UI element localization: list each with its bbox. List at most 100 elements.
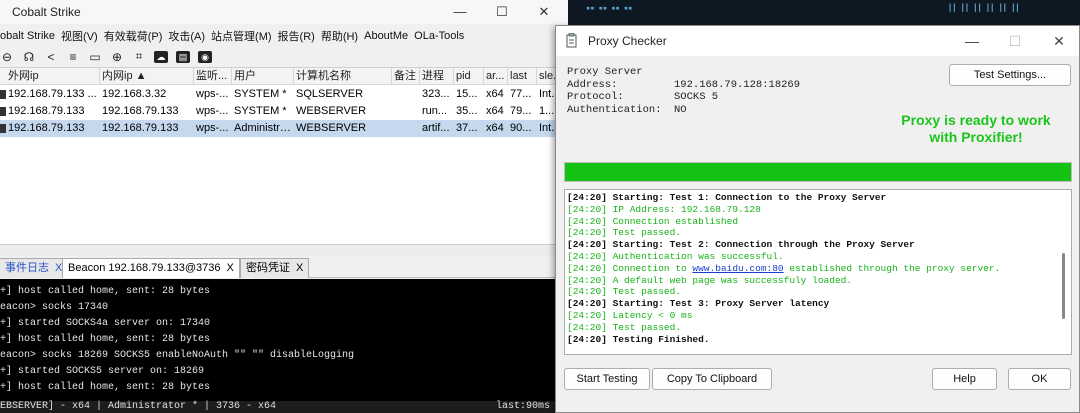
column-header[interactable]: pid [454,68,484,85]
table-cell: 192.168.79.133 ... [8,88,97,100]
console-line: +] host called home, sent: 28 bytes [0,334,211,345]
table-cell [392,86,420,103]
cloud-icon[interactable]: ☁ [154,50,168,63]
table-cell: wps-... [196,88,229,100]
column-header[interactable]: 外网ip [6,68,100,85]
beacon-console[interactable]: +] host called home, sent: 28 bytes eacon… [0,279,568,401]
card-icon[interactable]: ▤ [176,50,190,63]
log-line: [24:20] IP Address: 192.168.79.128 [567,203,761,215]
console-line: eacon> socks 17340 [0,302,109,313]
log-line: [24:20] Connection to www.baidu.com:80 e… [567,263,1000,275]
column-header[interactable]: ar... [484,68,508,85]
cobalt-strike-window: Cobalt Strike — ☐ ✕ obalt Strike 视图(V) 有效载… [0,0,568,413]
log-line: [24:20] Testing Finished. [567,333,710,345]
console-line: +] host called home, sent: 28 bytes [0,286,211,297]
pc-close-icon[interactable]: ✕ [1049,33,1069,50]
cs-menu-item[interactable]: 有效载荷(P) [104,28,163,44]
cs-toolbar: ⊖ ☊ < ≡ ▭ ⊕ ⌗ ☁ ▤ ◉ [0,46,568,68]
cs-tab[interactable]: 密码凭证 X [240,258,310,278]
test-log[interactable]: [24:20] Starting: Test 1: Connection to … [564,189,1072,355]
cs-menu-item[interactable]: obalt Strike [0,30,55,42]
list-icon[interactable]: ≡ [66,50,80,64]
test-settings-button[interactable]: Test Settings... [949,64,1071,86]
start-testing-button[interactable]: Start Testing [564,368,650,390]
column-header[interactable]: 用户 [232,68,294,85]
minimize-icon[interactable]: — [450,3,470,21]
table-cell: run... [422,105,448,117]
headphones-icon[interactable]: ☊ [22,50,36,64]
column-header[interactable]: 监听... [194,68,232,85]
column-header[interactable]: last [508,68,537,85]
split-divider[interactable] [0,244,568,256]
cs-menu-item[interactable]: OLa-Tools [414,30,464,42]
log-text: [24:20] Connection to [567,262,693,274]
table-row[interactable]: 192.168.79.133 192.168.79.133 wps-... SYSTE… [0,103,568,120]
keys-icon[interactable]: ⌗ [132,49,146,64]
table-cell: 15... [456,88,478,100]
copy-to-clipboard-button[interactable]: Copy To Clipboard [652,368,772,390]
table-cell: x64 [486,122,504,134]
minus-circle-icon[interactable]: ⊖ [0,50,14,64]
tab-close-icon[interactable]: X [296,262,303,274]
table-row[interactable]: 192.168.79.133 ... 192.168.3.32 wps-... SYS… [0,86,568,103]
table-cell: SQLSERVER [296,88,364,100]
table-cell: 192.168.79.133 [8,105,85,117]
pc-window-title: Proxy Checker [588,34,667,48]
log-scroll-thumb[interactable] [1062,253,1065,319]
cs-window-title: Cobalt Strike [12,5,81,19]
share-icon[interactable]: < [44,50,58,64]
table-cell: wps-... [196,122,229,134]
column-header[interactable]: 备注 [392,68,420,85]
log-line: [24:20] Starting: Test 2: Connection thr… [567,239,915,251]
table-cell [392,103,420,120]
column-header[interactable]: 进程 [420,68,454,85]
proxy-info-value: SOCKS 5 [674,91,719,103]
tab-label: Beacon 192.168.79.133@3736 [68,262,221,274]
close-icon[interactable]: ✕ [534,3,554,21]
screen-icon[interactable]: ▭ [88,50,102,64]
camera-icon[interactable]: ◉ [198,50,212,63]
ready-line-2: with Proxifier! [929,129,1023,145]
proxy-checker-icon [566,33,577,48]
ok-button[interactable]: OK [1008,368,1071,390]
help-button[interactable]: Help [932,368,997,390]
pc-minimize-icon[interactable]: — [962,33,982,49]
proxy-info-label: Proxy Server [567,66,643,78]
console-line: +] host called home, sent: 28 bytes [0,382,211,393]
cs-tab-bar: 事件日志 X Beacon 192.168.79.133@3736 X 密码凭证 X [0,256,568,278]
log-line: [24:20] Test passed. [567,227,682,239]
cs-menu-item[interactable]: 站点管理(M) [211,28,272,44]
table-cell: 192.168.3.32 [102,88,167,100]
pc-maximize-icon[interactable]: ☐ [1005,33,1025,50]
status-left: EBSERVER] - x64 | Administrator * | 3736… [0,401,277,412]
globe-icon[interactable]: ⊕ [110,50,124,64]
column-header[interactable]: 内网ip ▲ [100,68,194,85]
maximize-icon[interactable]: ☐ [492,3,512,21]
table-row[interactable]: 192.168.79.133 192.168.79.133 wps-... Admin… [0,120,568,137]
cs-menu-item[interactable]: AboutMe [364,30,408,42]
log-line: [24:20] A default web page was successfu… [567,274,853,286]
beacon-table: 外网ip 内网ip ▲ 监听... 用户 计算机名称 备注 进程 pid ar... last sl… [0,68,568,244]
log-link[interactable]: www.baidu.com:80 [692,263,783,274]
console-line: +] started SOCKS5 server on: 18269 [0,366,205,377]
proxy-info-label: Authentication: [567,103,662,116]
cs-menu-item[interactable]: 攻击(A) [168,28,205,44]
log-scrollbar[interactable] [1058,191,1070,353]
cs-menu-item[interactable]: 帮助(H) [321,28,358,44]
tab-close-icon[interactable]: X [226,262,233,274]
cs-tab[interactable]: Beacon 192.168.79.133@3736 X [62,258,240,278]
cs-menu-item[interactable]: 视图(V) [61,28,98,44]
beacon-status-bar: EBSERVER] - x64 | Administrator * | 3736… [0,401,568,413]
table-cell [392,120,420,137]
cs-menu-item[interactable]: 报告(R) [278,28,315,44]
proxy-info-label: Protocol: [567,91,624,103]
table-cell: wps-... [196,105,229,117]
cs-tab[interactable]: 事件日志 X [0,258,69,278]
column-header[interactable]: 计算机名称 [294,68,392,85]
proxy-checker-window: Proxy Checker — ☐ ✕ Proxy Server Address:… [555,25,1080,413]
console-line: +] started SOCKS4a server on: 17340 [0,318,211,329]
console-line: eacon> socks 18269 SOCKS5 enableNoAuth "… [0,350,355,361]
cs-menubar: obalt Strike 视图(V) 有效载荷(P) 攻击(A) 站点管理(M) 报告(R… [0,26,568,46]
log-line: [24:20] Starting: Test 3: Proxy Server l… [567,298,830,310]
table-cell: 192.168.79.133 [102,105,179,117]
